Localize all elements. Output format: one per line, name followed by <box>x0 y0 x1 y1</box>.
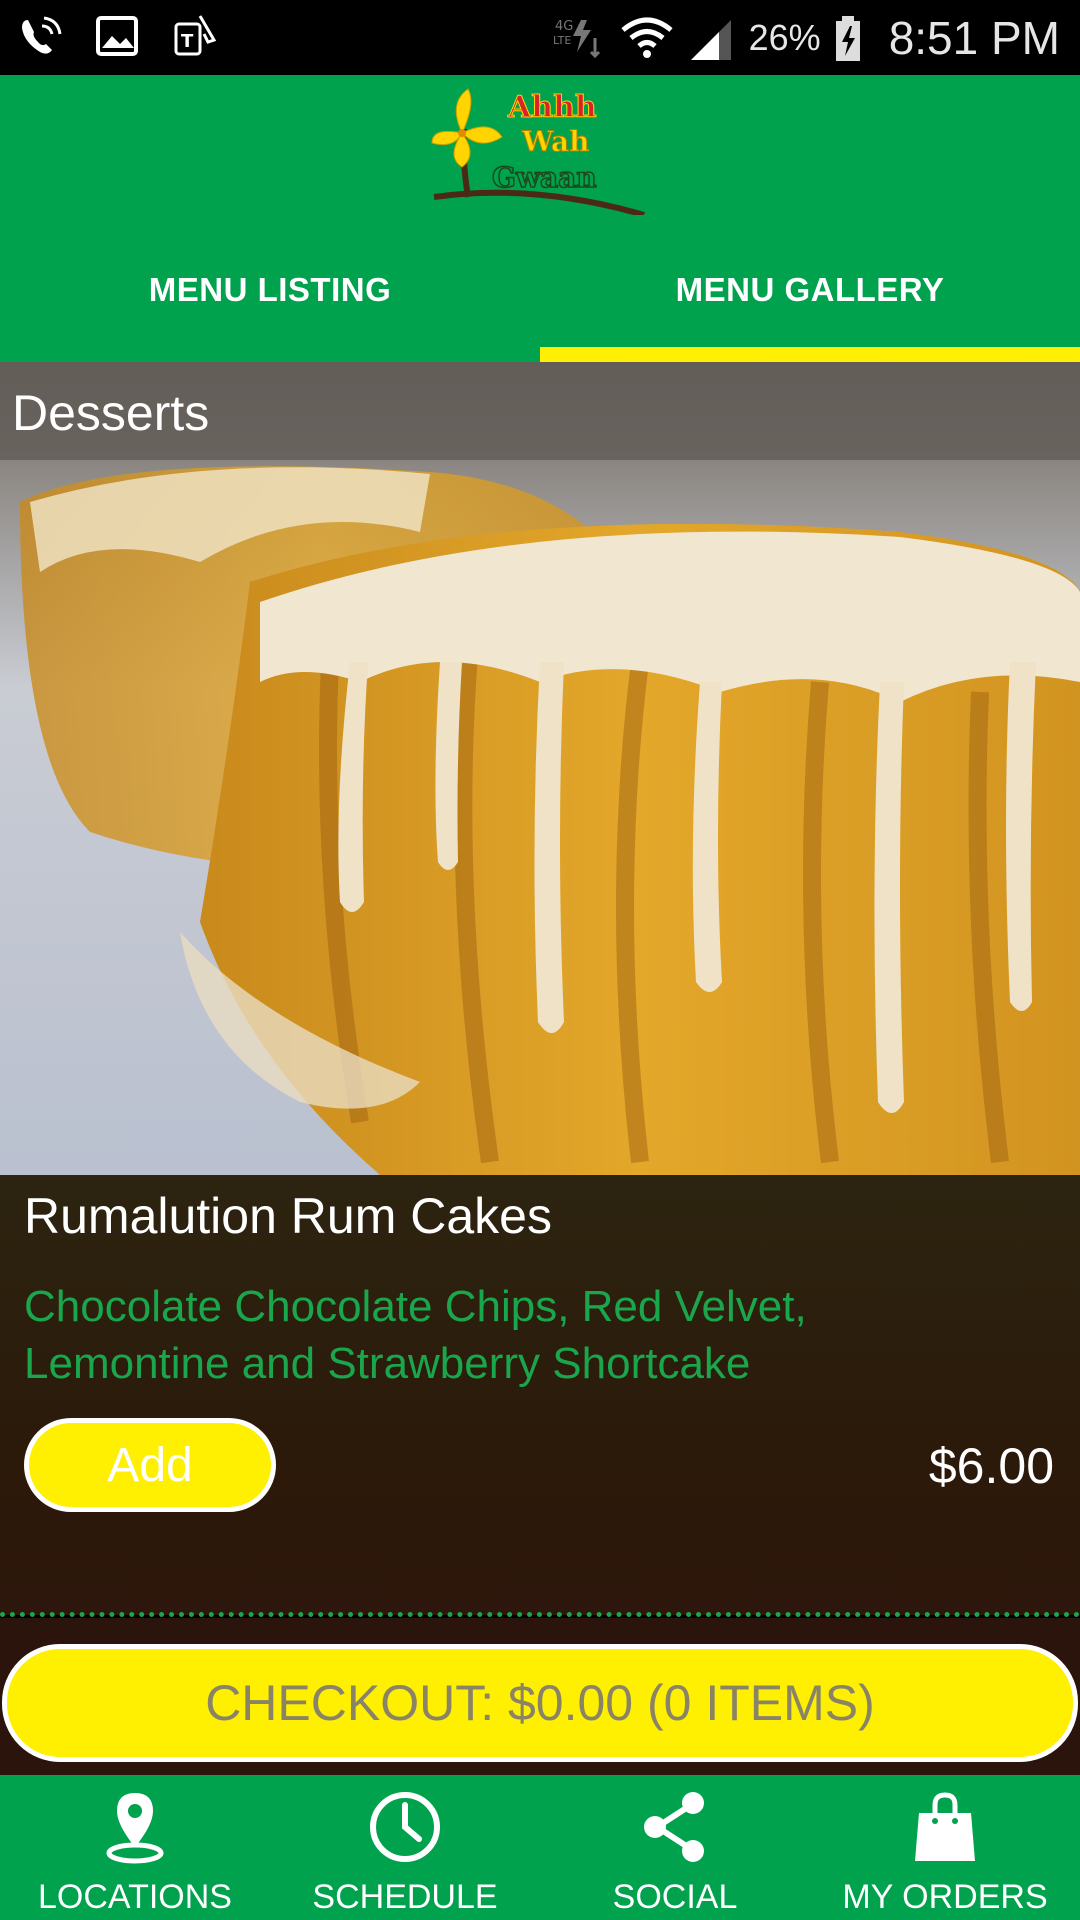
signal-icon <box>690 19 731 60</box>
nav-label: SCHEDULE <box>312 1878 498 1916</box>
clock-icon <box>370 1792 440 1862</box>
item-description: Chocolate Chocolate Chips, Red Velvet, L… <box>24 1282 807 1388</box>
nav-locations[interactable]: LOCATIONS <box>0 1775 270 1920</box>
checkout-area: CHECKOUT: $0.00 (0 ITEMS) <box>0 1618 1080 1775</box>
tab-label: MENU LISTING <box>148 270 392 308</box>
status-bar: T 4G LTE 26% 8:51 PM <box>0 0 1080 75</box>
tab-menu-listing[interactable]: MENU LISTING <box>0 255 540 362</box>
category-header: Desserts <box>0 362 1080 460</box>
nav-label: SOCIAL <box>612 1878 738 1916</box>
battery-charging-icon <box>835 15 860 61</box>
image-icon <box>96 16 138 56</box>
tab-menu-gallery[interactable]: MENU GALLERY <box>540 255 1080 362</box>
nav-label: MY ORDERS <box>842 1878 1048 1916</box>
location-pin-icon <box>106 1793 164 1864</box>
shopping-bag-icon <box>915 1792 975 1861</box>
nav-social[interactable]: SOCIAL <box>540 1775 810 1920</box>
nav-my-orders[interactable]: MY ORDERS <box>810 1775 1080 1920</box>
svg-text:LTE: LTE <box>553 34 571 47</box>
nav-schedule[interactable]: SCHEDULE <box>270 1775 540 1920</box>
item-price: $6.00 <box>928 1438 1054 1494</box>
add-button[interactable]: Add <box>24 1418 276 1512</box>
logo-text-2: Wah <box>521 125 590 158</box>
item-details: Rumalution Rum Cakes Chocolate Chocolate… <box>0 1175 1080 1615</box>
bottom-nav: LOCATIONS SCHEDULE SOCIAL MY ORDERS <box>0 1775 1080 1920</box>
nav-label: LOCATIONS <box>38 1878 232 1916</box>
t-mobile-icon: T <box>174 15 217 56</box>
clock-time: 8:51 PM <box>888 11 1060 64</box>
category-title: Desserts <box>12 385 210 441</box>
logo-text-1: Ahhh <box>507 90 597 125</box>
battery-percent: 26% <box>748 16 821 58</box>
app-logo[interactable]: Ahhh Wah Gwaan <box>430 75 650 215</box>
logo-text-3: Gwaan <box>492 161 597 194</box>
app-header: Ahhh Wah Gwaan MENU LISTING MENU GALLERY <box>0 75 1080 362</box>
checkout-button[interactable]: CHECKOUT: $0.00 (0 ITEMS) <box>2 1644 1078 1762</box>
item-photo[interactable] <box>0 362 1080 1175</box>
status-left-icons: T <box>14 10 222 62</box>
menu-tabs: MENU LISTING MENU GALLERY <box>0 255 1080 362</box>
share-icon <box>644 1792 704 1862</box>
svg-text:4G: 4G <box>555 19 573 34</box>
data-4g-icon: 4G LTE <box>553 19 600 58</box>
item-name: Rumalution Rum Cakes <box>24 1188 552 1244</box>
svg-text:T: T <box>181 31 194 52</box>
wifi-icon <box>621 17 673 58</box>
status-right-icons: 4G LTE 26% 8:51 PM <box>551 0 1060 75</box>
divider <box>0 1612 1080 1617</box>
wifi-call-icon <box>22 16 62 54</box>
tab-label: MENU GALLERY <box>675 270 945 308</box>
